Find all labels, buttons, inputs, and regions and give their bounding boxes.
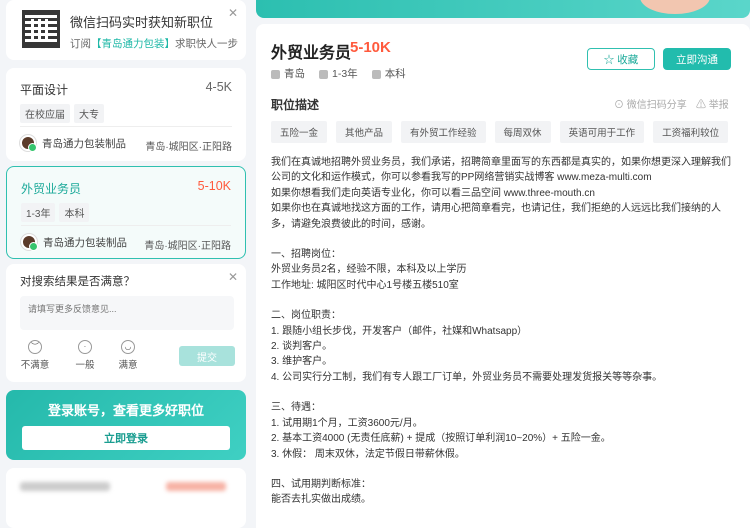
job-list-item[interactable]: 平面设计 4-5K 在校应届 大专 青岛通力包装制品 青岛·城阳区·正阳路 <box>6 68 246 161</box>
blurred-text <box>20 482 110 491</box>
city-text: 青岛 <box>284 68 305 80</box>
qr-sub-brand: 【青岛通力包装】 <box>91 38 175 50</box>
description-paragraph: 三、待遇： 1. 试用期1个月，工资3600元/月。 2. 基本工资4000 (… <box>271 402 611 460</box>
qr-sub-suffix: 求职快人一步 <box>175 38 238 50</box>
job-location: 青岛·城阳区·正阳路 <box>145 142 232 153</box>
description-heading: 职位描述 <box>271 98 320 112</box>
rating-label: 不满意 <box>20 360 50 371</box>
qr-card-title: 微信扫码实时获知新职位 <box>70 15 214 30</box>
qr-code-image <box>22 10 60 48</box>
login-button[interactable]: 立即登录 <box>22 426 230 450</box>
briefcase-icon <box>319 69 328 79</box>
qr-sub-prefix: 订阅 <box>70 38 91 50</box>
job-location: 青岛·城阳区·正阳路 <box>144 241 231 252</box>
job-tag: 本科 <box>59 203 90 222</box>
job-title: 平面设计 <box>20 83 69 97</box>
blurred-job-item <box>6 468 246 528</box>
neutral-face-icon: · <box>78 340 92 354</box>
wechat-share-link[interactable]: ⊙ 微信扫码分享 <box>614 96 687 111</box>
close-icon[interactable]: ✕ <box>228 6 238 20</box>
experience-text: 1-3年 <box>332 68 358 80</box>
detail-salary: 5-10K <box>350 39 391 56</box>
education-text: 本科 <box>384 68 406 80</box>
job-tags: 在校应届 大专 <box>20 104 104 123</box>
warning-icon: ⚠ <box>696 100 709 111</box>
divider <box>21 225 231 226</box>
detail-job-title: 外贸业务员 <box>271 45 352 62</box>
company-info: 青岛通力包装制品 <box>21 234 127 251</box>
feedback-input[interactable] <box>20 296 234 330</box>
login-promo-card: 登录账号，查看更多好职位 立即登录 <box>6 390 246 460</box>
smile-face-icon: ◡ <box>121 340 135 354</box>
welfare-tag: 其他产品 <box>336 121 393 143</box>
chat-now-button[interactable]: 立即沟通 <box>663 48 731 70</box>
favorite-button[interactable]: ☆ 收藏 <box>587 48 655 70</box>
education-meta: 本科 <box>371 66 406 81</box>
experience-meta: 1-3年 <box>319 66 358 81</box>
job-salary: 4-5K <box>205 80 232 94</box>
welfare-tag: 每周双休 <box>494 121 551 143</box>
divider <box>20 126 232 127</box>
job-tag: 大专 <box>74 104 104 123</box>
favorite-label: 收藏 <box>617 53 639 66</box>
description-paragraph: 我们在真诚地招聘外贸业务员，我们承诺，招聘简章里面写的东西都是真实的，如果你想更… <box>271 157 731 230</box>
welfare-tag: 英语可用于工作 <box>559 121 645 143</box>
qr-card-subtitle: 订阅【青岛通力包装】求职快人一步 <box>70 36 238 51</box>
share-label: 微信扫码分享 <box>626 100 687 111</box>
job-tag: 在校应届 <box>20 104 70 123</box>
rating-satisfied[interactable]: ◡ 满意 <box>113 340 143 371</box>
description-paragraph: 二、岗位职责： 1. 跟随小组长步伐，开发客户（邮件，社媒和Whatsapp） … <box>271 310 663 383</box>
description-paragraph: 一、招聘岗位： 外贸业务员2名，经验不限，本科及以上学历 工作地址: 城阳区时代… <box>271 249 467 291</box>
welfare-tag: 有外贸工作经验 <box>401 121 486 143</box>
job-description-body: 我们在真诚地招聘外贸业务员，我们承诺，招聘简章里面写的东西都是真实的，如果你想更… <box>271 155 736 508</box>
header-banner <box>256 0 750 18</box>
share-icon: ⊙ <box>614 100 627 111</box>
company-logo-icon <box>21 234 38 251</box>
rating-dissatisfied[interactable]: ︶ 不满意 <box>20 340 50 371</box>
survey-question: 对搜索结果是否满意？ <box>20 276 135 288</box>
welfare-tag: 工资福利较位 <box>653 121 729 143</box>
sad-face-icon: ︶ <box>28 340 42 354</box>
satisfaction-survey: 对搜索结果是否满意？ ✕ ︶ 不满意 · 一般 ◡ 满意 提交 <box>6 264 246 382</box>
description-paragraph: 四、试用期判断标准： 能否去扎实做出成绩。 <box>271 478 371 506</box>
location-icon <box>271 69 280 79</box>
rating-label: 一般 <box>75 360 95 371</box>
report-label: 举报 <box>708 100 729 111</box>
company-info: 青岛通力包装制品 <box>20 135 126 152</box>
company-logo-icon <box>20 135 37 152</box>
graduation-cap-icon <box>371 69 381 79</box>
job-meta: 青岛 1-3年 本科 <box>271 66 406 81</box>
blurred-salary <box>166 482 226 491</box>
close-icon[interactable]: ✕ <box>228 270 238 284</box>
company-name: 青岛通力包装制品 <box>42 137 126 150</box>
qr-subscribe-card: 微信扫码实时获知新职位 订阅【青岛通力包装】求职快人一步 ✕ <box>6 0 246 60</box>
job-tags: 1-3年 本科 <box>21 203 90 222</box>
company-name: 青岛通力包装制品 <box>43 236 127 249</box>
job-salary: 5-10K <box>197 179 231 193</box>
login-promo-title: 登录账号，查看更多好职位 <box>47 403 204 418</box>
submit-button[interactable]: 提交 <box>179 346 235 366</box>
job-list-item-selected[interactable]: 外贸业务员 5-10K 1-3年 本科 青岛通力包装制品 青岛·城阳区·正阳路 <box>6 166 246 259</box>
job-detail-panel: 外贸业务员 5-10K 青岛 1-3年 本科 ☆ 收藏 立即沟通 职位描述 ⊙ … <box>256 24 750 528</box>
report-link[interactable]: ⚠ 举报 <box>696 96 729 111</box>
job-title: 外贸业务员 <box>21 182 82 196</box>
city-meta: 青岛 <box>271 66 305 81</box>
banner-illustration <box>640 0 710 14</box>
welfare-tag: 五险一金 <box>271 121 328 143</box>
rating-label: 满意 <box>118 360 138 371</box>
job-tag: 1-3年 <box>21 203 56 222</box>
welfare-tags: 五险一金 其他产品 有外贸工作经验 每周双休 英语可用于工作 工资福利较位 <box>271 121 729 143</box>
rating-neutral[interactable]: · 一般 <box>70 340 100 371</box>
